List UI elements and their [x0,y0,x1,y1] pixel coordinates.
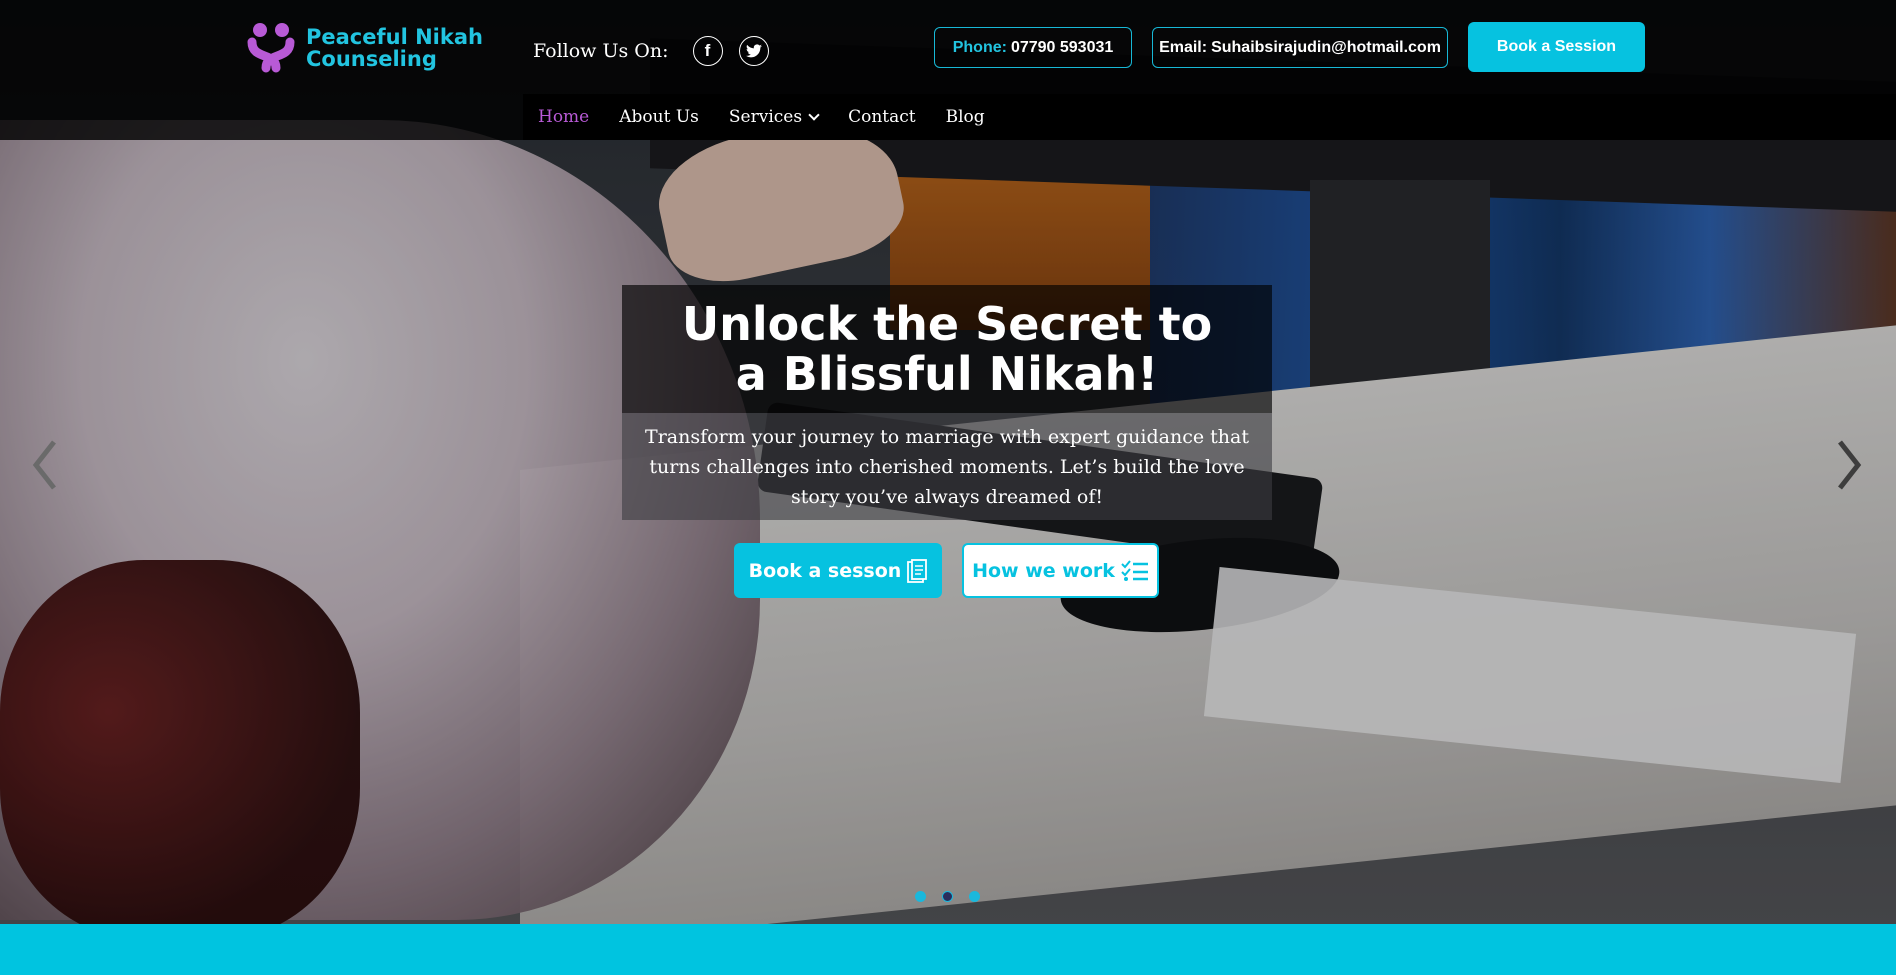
phone-value: 07790 593031 [1010,38,1114,56]
facebook-icon[interactable]: f [692,36,723,66]
book-session-header-button[interactable]: Book a Session [1468,22,1645,72]
arrow-left-icon[interactable] [30,440,60,490]
twitter-icon[interactable] [738,36,769,66]
hero-title: Unlock the Secret to a Blissful Nikah! [681,297,1213,401]
site-header: Peaceful Nikah Counseling Follow Us On: … [0,0,1896,140]
how-we-work-button[interactable]: How we work [962,543,1159,598]
bottom-accent-strip [0,924,1896,975]
twitter-glyph [745,44,762,58]
nav-item-about[interactable]: About Us [619,107,699,127]
email-contact[interactable]: Email: Suhaibsirajudin@hotmail.com [1152,27,1448,68]
nav-item-services[interactable]: Services [728,107,820,127]
follow-label: Follow Us On: [533,40,669,62]
phone-contact[interactable]: Phone: 07790 593031 [934,27,1132,68]
slider-dot-1[interactable] [915,891,926,902]
slider-dot-3[interactable] [969,891,980,902]
nav-item-blog[interactable]: Blog [946,107,985,127]
logo-text: Peaceful Nikah Counseling [306,26,483,70]
logo-mark-icon [247,23,295,73]
phone-label: Phone: [952,38,1007,56]
arrow-right-icon[interactable] [1834,440,1864,490]
nav-item-services-label: Services [728,107,803,127]
email-value: Suhaibsirajudin@hotmail.com [1211,38,1441,56]
facebook-glyph: f [704,41,711,60]
checklist-icon [1121,559,1148,581]
book-session-label: Book a sesson [748,559,902,582]
how-we-work-label: How we work [972,559,1115,582]
slider-dot-2[interactable] [942,891,953,902]
brand-line-1: Peaceful Nikah [306,25,483,49]
book-session-button[interactable]: Book a sesson [734,543,942,598]
social-follow: Follow Us On: f [533,36,785,66]
main-nav: Home About Us Services Contact Blog [523,94,1896,140]
hero-subtitle: Transform your journey to marriage with … [645,425,1249,508]
email-label: Email: [1159,38,1208,56]
chevron-down-icon [808,109,820,121]
document-icon [907,558,928,583]
nav-item-contact[interactable]: Contact [848,107,916,127]
hero-title-box: Unlock the Secret to a Blissful Nikah! [622,285,1272,413]
nav-item-home[interactable]: Home [538,107,589,127]
logo[interactable]: Peaceful Nikah Counseling [246,20,483,76]
brand-line-2: Counseling [306,47,437,71]
hero-subtitle-box: Transform your journey to marriage with … [622,413,1272,520]
slider-dots [915,891,980,902]
